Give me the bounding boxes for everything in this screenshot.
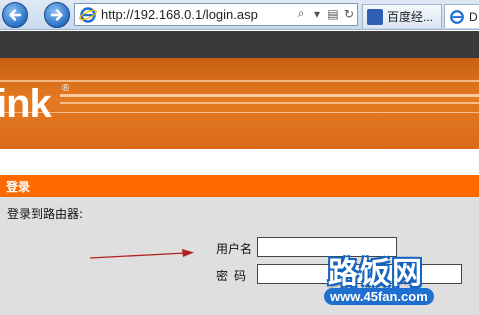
- watermark-logo: 路饭网: [328, 256, 424, 291]
- ie-icon: [450, 9, 464, 24]
- tab-label: 百度经...: [387, 10, 434, 24]
- address-bar[interactable]: http://192.168.0.1/login.asp ⌕ ▾ ▤ ↻: [74, 3, 358, 26]
- baidu-paw-icon: [367, 8, 383, 25]
- refresh-icon[interactable]: ↻: [343, 7, 355, 21]
- brand-banner: ink ®: [0, 58, 479, 149]
- section-title: 登录: [6, 179, 31, 194]
- password-label: 密码: [216, 269, 253, 283]
- back-button[interactable]: [2, 2, 28, 28]
- brand-logo-text: ink: [0, 82, 52, 126]
- forward-arrow-icon: [50, 9, 63, 21]
- red-arrow-annotation: [90, 249, 194, 259]
- dropdown-icon[interactable]: ▾: [311, 7, 323, 21]
- username-label: 用户名: [216, 242, 253, 256]
- watermark-url: www.45fan.com: [324, 288, 434, 305]
- watermark: 路饭网 www.45fan.com: [322, 248, 474, 310]
- registered-mark: ®: [62, 83, 70, 94]
- section-header: 登录: [0, 175, 479, 197]
- back-arrow-icon: [9, 9, 22, 21]
- tab-baidu-jingyan[interactable]: 百度经...: [362, 4, 442, 28]
- form-subtitle: 登录到路由器:: [7, 207, 84, 221]
- browser-toolbar: http://192.168.0.1/login.asp ⌕ ▾ ▤ ↻ 百度经…: [0, 0, 479, 30]
- address-url[interactable]: http://192.168.0.1/login.asp: [101, 7, 258, 22]
- tab-router[interactable]: D: [444, 4, 479, 28]
- top-dark-band: [0, 31, 479, 58]
- forward-button[interactable]: [44, 2, 70, 28]
- ie-icon: [79, 6, 97, 23]
- compat-view-icon[interactable]: ▤: [327, 7, 339, 21]
- search-icon[interactable]: ⌕: [295, 6, 307, 21]
- tab-label: D: [469, 9, 478, 24]
